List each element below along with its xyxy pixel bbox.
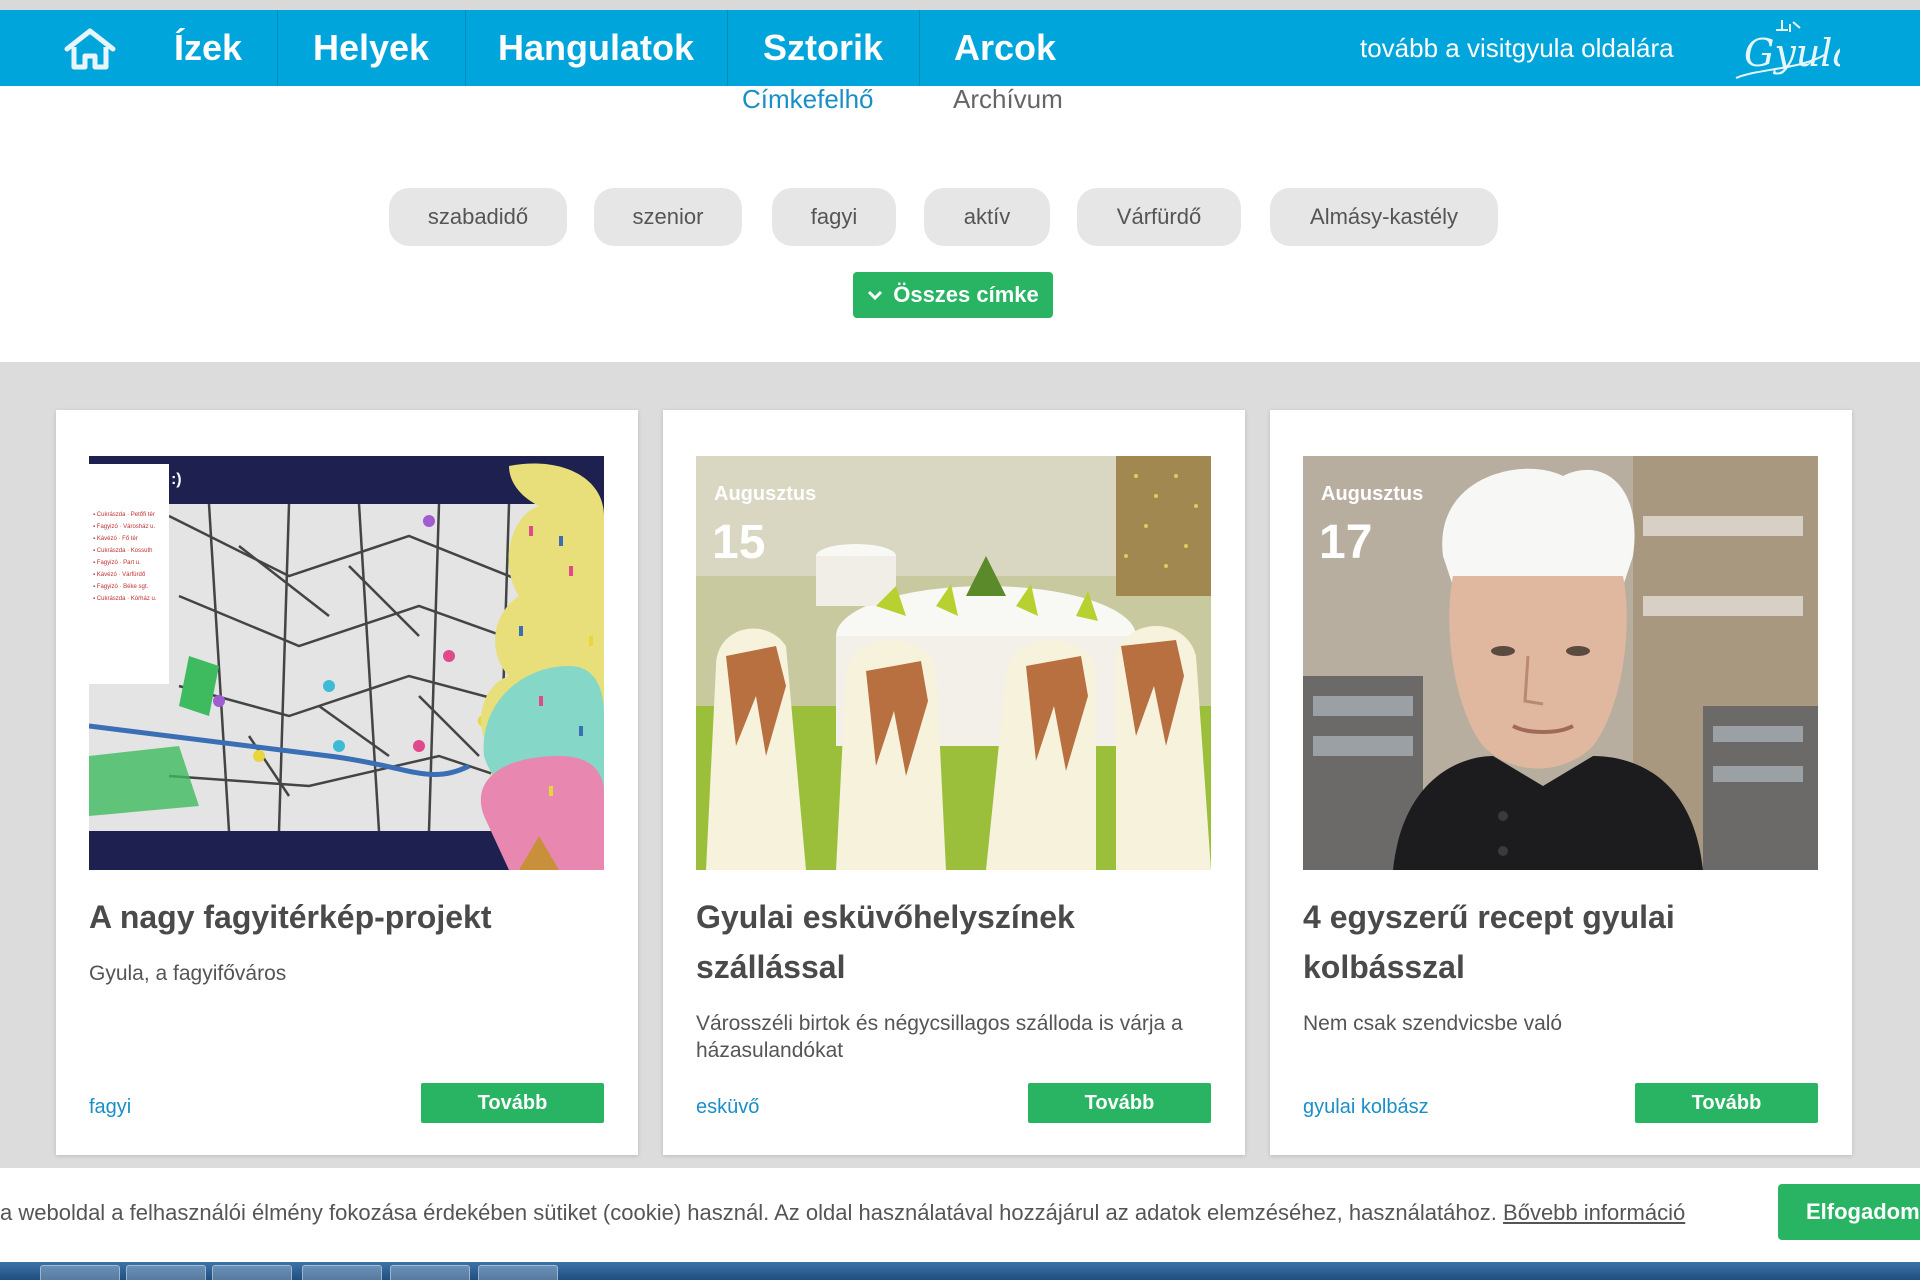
visit-gyula-link[interactable]: tovább a visitgyula oldalára bbox=[1360, 10, 1674, 86]
taskbar-button[interactable] bbox=[478, 1265, 558, 1280]
tag-almasy-kastely[interactable]: Almásy-kastély bbox=[1270, 188, 1498, 246]
cookie-more-info-link[interactable]: Bővebb információ bbox=[1503, 1200, 1685, 1225]
cookie-message: a weboldal a felhasználói élmény fokozás… bbox=[0, 1200, 1497, 1225]
svg-text:▪ Kávézó · Fő tér: ▪ Kávézó · Fő tér bbox=[93, 536, 138, 542]
nav-item-helyek[interactable]: Helyek bbox=[278, 10, 464, 86]
card-description: Nem csak szendvicsbe való bbox=[1303, 1012, 1563, 1035]
date-day: 15 bbox=[712, 516, 765, 569]
subnav-tagcloud[interactable]: Címkefelhő bbox=[742, 84, 874, 118]
read-more-button[interactable]: Tovább bbox=[1635, 1083, 1818, 1123]
browser-top-strip bbox=[0, 0, 1920, 10]
svg-text:▪ Cukrászda · Kórház u.: ▪ Cukrászda · Kórház u. bbox=[93, 596, 157, 602]
taskbar-button[interactable] bbox=[390, 1265, 470, 1280]
card-image-wedding-venue[interactable]: Augusztus 15 bbox=[696, 456, 1211, 870]
article-card: Augusztus 15 Gyulai esküvőhelyszínek szá… bbox=[663, 410, 1245, 1155]
all-tags-button[interactable]: Összes címke bbox=[853, 272, 1053, 318]
card-image-chef[interactable]: Augusztus 17 bbox=[1303, 456, 1818, 870]
svg-text:▪ Fagyizó · Városház u.: ▪ Fagyizó · Városház u. bbox=[93, 524, 155, 530]
gyula-logo[interactable]: Gyula bbox=[1730, 14, 1855, 86]
read-more-button[interactable]: Tovább bbox=[421, 1083, 604, 1123]
card-tag-link[interactable]: esküvő bbox=[696, 1096, 759, 1119]
cookie-accept-button[interactable]: Elfogadom bbox=[1778, 1184, 1920, 1240]
svg-text:Gyula: Gyula bbox=[1744, 31, 1840, 75]
svg-text:▪ Fagyizó · Béke sgt.: ▪ Fagyizó · Béke sgt. bbox=[93, 584, 148, 590]
home-icon[interactable] bbox=[60, 24, 120, 74]
card-description: Városszéli birtok és négycsillagos száll… bbox=[696, 1012, 1183, 1062]
all-tags-label: Összes címke bbox=[893, 282, 1039, 307]
main-nav: Ízek Helyek Hangulatok Sztorik Arcok tov… bbox=[0, 10, 1920, 86]
nav-item-sztorik[interactable]: Sztorik bbox=[728, 10, 918, 86]
taskbar-button[interactable] bbox=[212, 1265, 292, 1280]
article-card: ▪ Cukrászda · Petőfi tér ▪ Fagyizó · Vár… bbox=[56, 410, 638, 1155]
date-month: Június bbox=[109, 484, 167, 504]
tag-aktiv[interactable]: aktív bbox=[924, 188, 1050, 246]
card-title[interactable]: Gyulai esküvőhelyszínek szállással bbox=[696, 892, 1216, 992]
taskbar-button[interactable] bbox=[126, 1265, 206, 1280]
tag-fagyi[interactable]: fagyi bbox=[772, 188, 896, 246]
read-more-button[interactable]: Tovább bbox=[1028, 1083, 1211, 1123]
cookie-text-wrapper: a weboldal a felhasználói élmény fokozás… bbox=[0, 1200, 1685, 1226]
date-day: 17 bbox=[1319, 516, 1372, 569]
card-tag-link[interactable]: gyulai kolbász bbox=[1303, 1096, 1429, 1119]
tag-szabadido[interactable]: szabadidő bbox=[389, 188, 567, 246]
card-description: Gyula, a fagyifőváros bbox=[89, 962, 287, 985]
nav-item-arcok[interactable]: Arcok bbox=[920, 10, 1090, 86]
svg-text:▪ Cukrászda · Petőfi tér: ▪ Cukrászda · Petőfi tér bbox=[93, 512, 155, 518]
svg-text:▪ Fagyizó · Part u.: ▪ Fagyizó · Part u. bbox=[93, 560, 141, 566]
svg-text:▪ Kávézó · Várfürdő: ▪ Kávézó · Várfürdő bbox=[93, 572, 146, 578]
tag-szenior[interactable]: szenior bbox=[594, 188, 742, 246]
article-card: Augusztus 17 4 egyszerű recept gyulai ko… bbox=[1270, 410, 1852, 1155]
svg-text:▪ Cukrászda · Kossuth: ▪ Cukrászda · Kossuth bbox=[93, 548, 152, 554]
nav-item-izek[interactable]: Ízek bbox=[140, 10, 276, 86]
nav-item-hangulatok[interactable]: Hangulatok bbox=[466, 10, 726, 86]
cookie-banner: a weboldal a felhasználói élmény fokozás… bbox=[0, 1170, 1920, 1260]
os-taskbar bbox=[0, 1262, 1920, 1280]
tag-varfurdo[interactable]: Várfürdő bbox=[1077, 188, 1241, 246]
chevron-down-icon bbox=[868, 290, 883, 301]
card-title[interactable]: 4 egyszerű recept gyulai kolbásszal bbox=[1303, 892, 1823, 992]
taskbar-button[interactable] bbox=[40, 1265, 120, 1280]
card-image-ice-cream-map[interactable]: ▪ Cukrászda · Petőfi tér ▪ Fagyizó · Vár… bbox=[89, 456, 604, 870]
card-title[interactable]: A nagy fagyitérkép-projekt bbox=[89, 892, 609, 942]
date-month: Augusztus bbox=[1321, 483, 1423, 505]
card-tag-link[interactable]: fagyi bbox=[89, 1096, 131, 1119]
date-month: Augusztus bbox=[714, 483, 816, 505]
taskbar-button[interactable] bbox=[302, 1265, 382, 1280]
subnav-archive[interactable]: Archívum bbox=[953, 84, 1063, 118]
